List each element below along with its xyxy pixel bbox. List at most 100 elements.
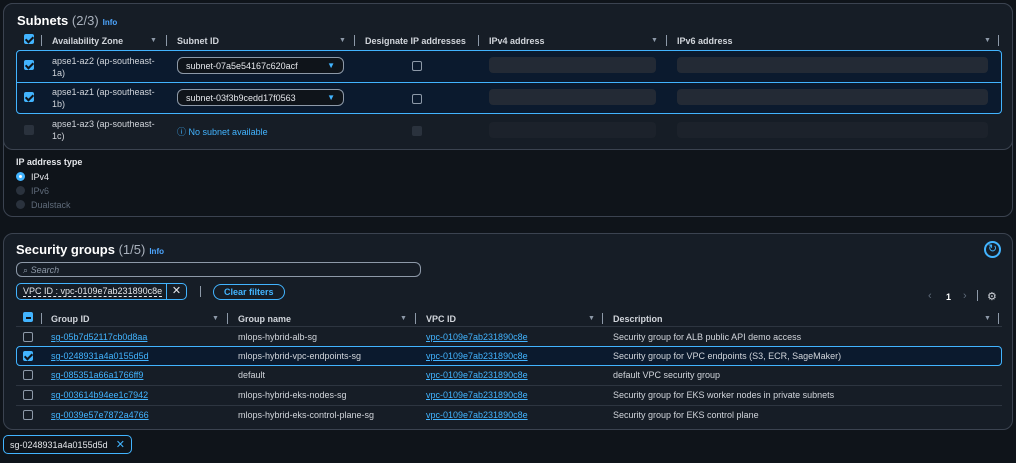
sort-icon[interactable]: ▼ — [150, 37, 157, 44]
no-subnet-message: ⓘ No subnet available — [177, 127, 268, 137]
group-name-cell: mlops-hybrid-eks-control-plane-sg — [238, 410, 375, 420]
dualstack-radio — [16, 200, 25, 209]
col-header-group-id[interactable]: Group ID — [51, 314, 90, 324]
divider — [16, 385, 1002, 386]
dualstack-label: Dualstack — [31, 200, 71, 210]
clear-filters-button[interactable]: Clear filters — [213, 284, 285, 300]
group-id-link[interactable]: sg-0039e57e7872a4766 — [51, 410, 149, 420]
ipv6-address-input[interactable] — [677, 89, 988, 105]
ipv6-address-input[interactable] — [677, 57, 988, 73]
vpc-id-link[interactable]: vpc-0109e7ab231890c8e — [426, 332, 528, 342]
subnets-info-link[interactable]: Info — [103, 18, 118, 27]
ipv4-label: IPv4 — [31, 172, 50, 182]
page-number[interactable]: 1 — [946, 292, 951, 302]
subnet-id-select[interactable]: subnet-03f3b9cedd17f0563 ▼ — [177, 89, 344, 106]
ip-type-label: IP address type — [16, 157, 83, 167]
sort-icon[interactable]: ▼ — [984, 37, 991, 44]
ipv4-radio[interactable] — [16, 172, 25, 181]
group-name-cell: mlops-hybrid-alb-sg — [238, 332, 318, 342]
col-sep — [666, 35, 667, 46]
ipv6-radio — [16, 186, 25, 195]
col-sep — [415, 313, 416, 324]
group-name-cell: mlops-hybrid-vpc-endpoints-sg — [238, 351, 362, 361]
col-sep — [41, 35, 42, 46]
subnets-title: Subnets (2/3) Info — [17, 13, 118, 28]
subnet-row-checkbox[interactable] — [24, 92, 34, 102]
info-icon: ⓘ — [177, 127, 187, 137]
vpc-id-link[interactable]: vpc-0109e7ab231890c8e — [426, 351, 528, 361]
group-id-link[interactable]: sg-085351a66a1766ff9 — [51, 370, 143, 380]
col-sep — [602, 313, 603, 324]
caret-down-icon: ▼ — [327, 93, 335, 102]
description-cell: Security group for ALB public API demo a… — [613, 332, 802, 342]
divider — [16, 82, 1002, 83]
sort-icon[interactable]: ▼ — [339, 37, 346, 44]
sg-row-checkbox[interactable] — [23, 410, 33, 420]
col-header-group-name[interactable]: Group name — [238, 314, 291, 324]
sg-row-checkbox[interactable] — [23, 332, 33, 342]
subnet-row-checkbox[interactable] — [24, 60, 34, 70]
remove-token-icon[interactable]: ✕ — [116, 438, 125, 451]
vpc-id-link[interactable]: vpc-0109e7ab231890c8e — [426, 370, 528, 380]
col-sep — [41, 313, 42, 324]
col-sep — [227, 313, 228, 324]
sort-icon[interactable]: ▼ — [984, 315, 991, 322]
az-cell: apse1-az1 (ap-southeast-1b) — [52, 87, 155, 109]
vpc-id-link[interactable]: vpc-0109e7ab231890c8e — [426, 390, 528, 400]
col-header-ipv6[interactable]: IPv6 address — [677, 36, 733, 46]
ipv4-address-input[interactable] — [489, 57, 656, 73]
group-id-link[interactable]: sg-0248931a4a0155d5d — [51, 351, 149, 361]
az-cell: apse1-az3 (ap-southeast-1c) — [52, 119, 155, 141]
sort-icon[interactable]: ▼ — [400, 315, 407, 322]
col-sep — [998, 313, 999, 324]
col-header-ipv4[interactable]: IPv4 address — [489, 36, 545, 46]
sort-icon[interactable]: ▼ — [588, 315, 595, 322]
search-input[interactable]: ⌕ Search — [16, 262, 421, 277]
az-cell: apse1-az2 (ap-southeast-1a) — [52, 56, 155, 78]
divider — [200, 286, 201, 297]
col-sep — [166, 35, 167, 46]
description-cell: default VPC security group — [613, 370, 721, 380]
group-name-cell: mlops-hybrid-eks-nodes-sg — [238, 390, 347, 400]
col-header-vpc-id[interactable]: VPC ID — [426, 314, 456, 324]
next-page-icon[interactable]: › — [963, 290, 967, 302]
vpc-filter-token[interactable]: VPC ID : vpc-0109e7ab231890c8e ✕ — [16, 283, 187, 300]
ipv4-address-input — [489, 122, 656, 138]
divider — [16, 405, 1002, 406]
col-sep — [998, 35, 999, 46]
prev-page-icon[interactable]: ‹ — [928, 290, 932, 302]
designate-ip-checkbox[interactable] — [412, 61, 422, 71]
ipv6-address-input — [677, 122, 988, 138]
refresh-icon[interactable]: ↻ — [984, 241, 1001, 258]
sg-row-checkbox[interactable] — [23, 351, 33, 361]
remove-filter-icon[interactable]: ✕ — [166, 284, 186, 299]
col-header-description[interactable]: Description — [613, 314, 663, 324]
settings-gear-icon[interactable]: ⚙ — [987, 290, 997, 303]
ipv4-address-input[interactable] — [489, 89, 656, 105]
caret-down-icon: ▼ — [327, 61, 335, 70]
col-sep — [478, 35, 479, 46]
description-cell: Security group for EKS worker nodes in p… — [613, 390, 835, 400]
ipv6-label: IPv6 — [31, 186, 50, 196]
designate-ip-checkbox — [412, 126, 422, 136]
sort-icon[interactable]: ▼ — [212, 315, 219, 322]
sort-icon[interactable]: ▼ — [651, 37, 658, 44]
subnet-row-checkbox — [24, 125, 34, 135]
select-all-sg-checkbox[interactable] — [23, 312, 33, 322]
security-groups-info-link[interactable]: Info — [149, 247, 164, 256]
select-all-subnets-checkbox[interactable] — [24, 34, 34, 44]
selected-sg-token: sg-0248931a4a0155d5d ✕ — [3, 435, 132, 454]
subnet-id-select[interactable]: subnet-07a5e54167c620acf ▼ — [177, 57, 344, 74]
vpc-id-link[interactable]: vpc-0109e7ab231890c8e — [426, 410, 528, 420]
sg-row-checkbox[interactable] — [23, 370, 33, 380]
col-header-az[interactable]: Availability Zone — [52, 36, 123, 46]
designate-ip-checkbox[interactable] — [412, 94, 422, 104]
divider — [16, 326, 1002, 327]
group-id-link[interactable]: sg-05b7d52117cb0d8aa — [51, 332, 147, 342]
description-cell: Security group for VPC endpoints (S3, EC… — [613, 351, 842, 361]
search-icon: ⌕ — [23, 265, 29, 275]
sg-row-checkbox[interactable] — [23, 390, 33, 400]
group-id-link[interactable]: sg-003614b94ee1c7942 — [51, 390, 148, 400]
col-header-subnet-id[interactable]: Subnet ID — [177, 36, 219, 46]
divider — [977, 290, 978, 301]
